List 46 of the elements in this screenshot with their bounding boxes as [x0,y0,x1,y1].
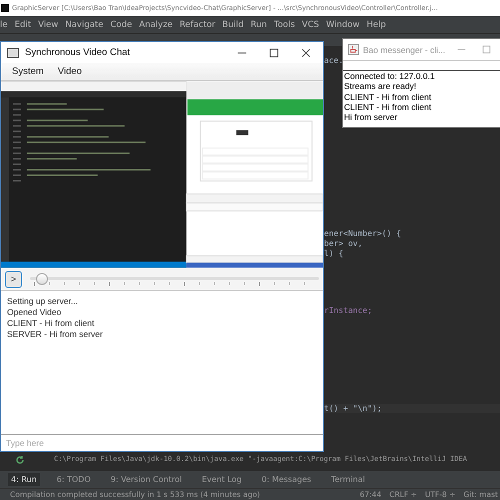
log-message: CLIENT - Hi from client [344,102,432,112]
menu-item[interactable]: Video [58,66,82,77]
menu-item[interactable]: Tools [274,20,295,30]
log-message: Connected to: 127.0.0.1 [344,71,436,82]
log-message: Streams are ready! [344,81,418,92]
slider-thumb[interactable] [36,273,48,285]
message-input-field[interactable]: Type here [1,434,323,451]
code-line: rInstance; [324,306,372,315]
log-message: SERVER - Hi from server [7,329,104,340]
log-message: CLIENT - Hi from client [344,92,432,102]
menu-item[interactable]: Navigate [65,20,104,30]
menu-item[interactable]: Help [366,20,386,30]
log-message: Setting up server... [7,296,79,307]
menu-item[interactable]: le [0,20,8,30]
video-seek-slider[interactable] [30,272,319,286]
app-logo-icon [1,4,9,12]
code-line: l) { [324,249,344,258]
play-button[interactable]: > [5,270,22,288]
log-message: Hi from server [344,112,398,122]
menu-item[interactable]: Build [222,20,244,30]
tool-window-tab[interactable]: 9: Version Control [108,473,185,486]
window-icon [7,48,19,58]
close-icon[interactable] [301,48,311,58]
tool-window-tab[interactable]: Event Log [198,473,245,486]
tool-window-tab[interactable]: 6: TODO [54,473,94,486]
tool-window-tab[interactable]: 4: Run [8,473,40,486]
menu-item[interactable]: Edit [14,20,32,30]
menu-item[interactable]: Window [326,20,360,30]
menu-item[interactable]: Analyze [139,20,173,30]
tool-window-tab[interactable]: 0: Messages [258,473,314,486]
log-message: Opened Video [7,307,62,318]
menu-item[interactable]: View [38,20,58,30]
log-message: CLIENT - Hi from client [7,318,96,329]
menu-item[interactable]: Run [250,20,267,30]
window-title: Synchronous Video Chat [25,47,131,58]
menu-item[interactable]: Code [110,20,132,30]
tool-window-tab[interactable]: Terminal [328,473,368,486]
menu-item[interactable]: Refactor [180,20,216,30]
menu-item[interactable]: VCS [302,20,320,30]
code-line: ener<Number>() { [324,229,402,238]
window-title: Bao messenger - cli... [363,44,446,54]
maximize-icon[interactable] [269,48,279,58]
rerun-icon[interactable] [15,455,25,465]
code-line: ace. [324,56,344,65]
menu-item[interactable]: System [12,66,44,77]
code-line: ber> ov, [324,239,363,248]
